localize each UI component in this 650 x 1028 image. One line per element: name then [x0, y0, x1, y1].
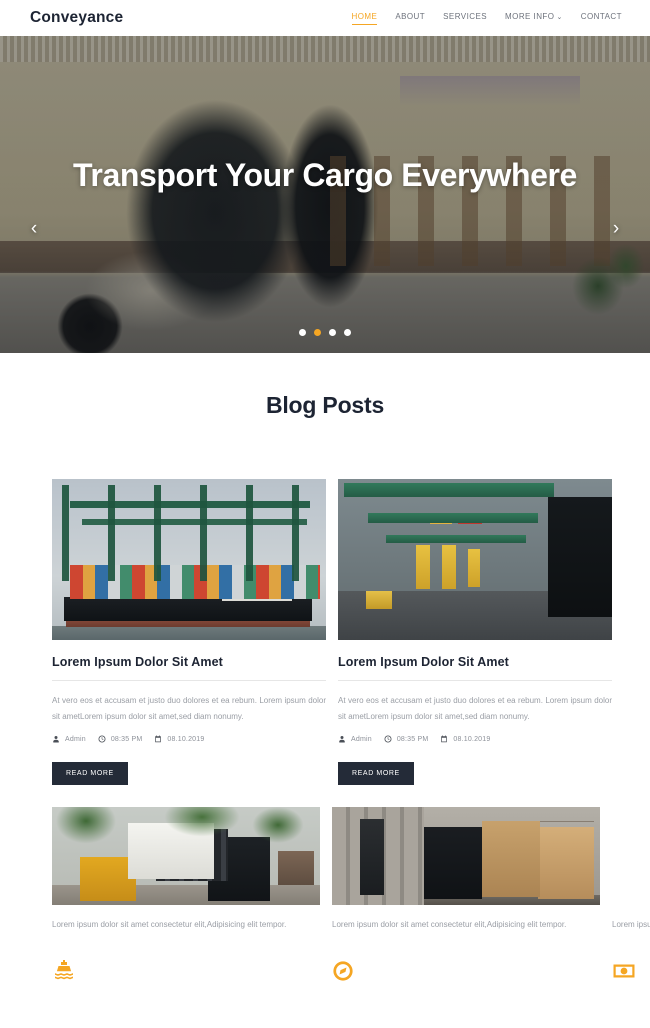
money-icon [613, 964, 635, 978]
carousel-prev-arrow-icon[interactable]: ‹ [20, 214, 48, 242]
read-more-button[interactable]: READ MORE [338, 762, 414, 786]
page-title: Blog Posts [265, 392, 385, 418]
feature-column: Lorem ipsum dolor sit amet consectetur e… [612, 807, 650, 985]
post-title[interactable]: Lorem Ipsum Dolor Sit Amet [52, 655, 326, 669]
divider [338, 680, 612, 681]
user-icon [53, 736, 59, 743]
carousel-next-arrow-icon[interactable]: › [602, 214, 630, 242]
carousel-dots [0, 329, 650, 336]
feature-thumbnail[interactable] [332, 807, 600, 906]
blog-posts-section: Blog Posts Lorem Ipsum Dolor Sit Amet At… [0, 353, 650, 786]
post-thumbnail[interactable] [52, 479, 326, 640]
carousel-dot-3[interactable] [329, 329, 336, 336]
post-time: 08:35 PM [384, 735, 429, 743]
nav-item-about[interactable]: ABOUT [395, 12, 425, 24]
feature-column: Lorem ipsum dolor sit amet consectetur e… [52, 807, 320, 985]
clock-icon [98, 735, 106, 743]
brand-logo[interactable]: Conveyance [30, 9, 123, 27]
feature-columns-section: Lorem ipsum dolor sit amet consectetur e… [0, 785, 650, 985]
nav-item-more-info-label: MORE INFO [505, 12, 555, 21]
feature-text: Lorem ipsum dolor sit amet consectetur e… [52, 920, 287, 930]
feature-icon-wrap [52, 957, 320, 985]
post-excerpt: At vero eos et accusam et justo duo dolo… [52, 696, 326, 721]
calendar-icon [155, 735, 162, 743]
clock-icon [384, 735, 392, 743]
feature-icon-wrap [612, 957, 650, 985]
port-terminal-image [338, 479, 612, 640]
hero-title: Transport Your Cargo Everywhere [73, 157, 577, 193]
post-meta: Admin 08:35 PM 08.10.2019 [52, 735, 326, 743]
calendar-icon [441, 735, 448, 743]
hero-carousel: Transport Your Cargo Everywhere ‹ › [0, 36, 650, 353]
container-ship-image [52, 479, 326, 640]
post-author: Admin [52, 735, 86, 743]
site-header: Conveyance HOME ABOUT SERVICES MORE INFO… [0, 0, 650, 36]
post-date: 08.10.2019 [154, 735, 204, 743]
nav-item-home[interactable]: HOME [351, 12, 378, 25]
post-author: Admin [338, 735, 372, 743]
feature-icon-wrap [332, 957, 600, 985]
compass-icon [333, 961, 353, 981]
post-date-label: 08.10.2019 [453, 735, 491, 743]
feature-text: Lorem ipsum dolor sit amet consectetur e… [332, 920, 567, 930]
user-icon [339, 736, 345, 743]
post-author-label: Admin [351, 735, 372, 743]
post-date-label: 08.10.2019 [167, 735, 205, 743]
hero-caption: Transport Your Cargo Everywhere [0, 154, 650, 197]
post-thumbnail[interactable] [338, 479, 612, 640]
post-time: 08:35 PM [98, 735, 143, 743]
read-more-button[interactable]: READ MORE [52, 762, 128, 786]
nav-item-services[interactable]: SERVICES [443, 12, 487, 24]
feature-text: Lorem ipsum dolor sit amet consectetur e… [612, 920, 650, 930]
blog-posts-grid: Lorem Ipsum Dolor Sit Amet At vero eos e… [0, 419, 650, 786]
chevron-down-icon: ⌄ [556, 14, 563, 21]
main-navigation: HOME ABOUT SERVICES MORE INFO ⌄ CONTACT [351, 12, 623, 25]
feature-column: Lorem ipsum dolor sit amet consectetur e… [332, 807, 600, 985]
blog-post-card: Lorem Ipsum Dolor Sit Amet At vero eos e… [338, 479, 612, 786]
post-time-label: 08:35 PM [396, 735, 429, 743]
post-excerpt: At vero eos et accusam et justo duo dolo… [338, 696, 612, 721]
divider [52, 680, 326, 681]
post-author-label: Admin [65, 735, 86, 743]
post-title[interactable]: Lorem Ipsum Dolor Sit Amet [338, 655, 612, 669]
nav-item-more-info[interactable]: MORE INFO ⌄ [505, 12, 563, 24]
blog-post-card: Lorem Ipsum Dolor Sit Amet At vero eos e… [52, 479, 326, 786]
truck-forklift-image [52, 807, 320, 906]
post-date: 08.10.2019 [440, 735, 490, 743]
forklift-dock-image [332, 807, 600, 906]
carousel-dot-2[interactable] [314, 329, 321, 336]
carousel-dot-1[interactable] [299, 329, 306, 336]
post-time-label: 08:35 PM [110, 735, 143, 743]
carousel-dot-4[interactable] [344, 329, 351, 336]
post-meta: Admin 08:35 PM 08.10.2019 [338, 735, 612, 743]
ship-icon [55, 959, 73, 979]
feature-thumbnail[interactable] [52, 807, 320, 906]
nav-item-contact[interactable]: CONTACT [581, 12, 622, 24]
